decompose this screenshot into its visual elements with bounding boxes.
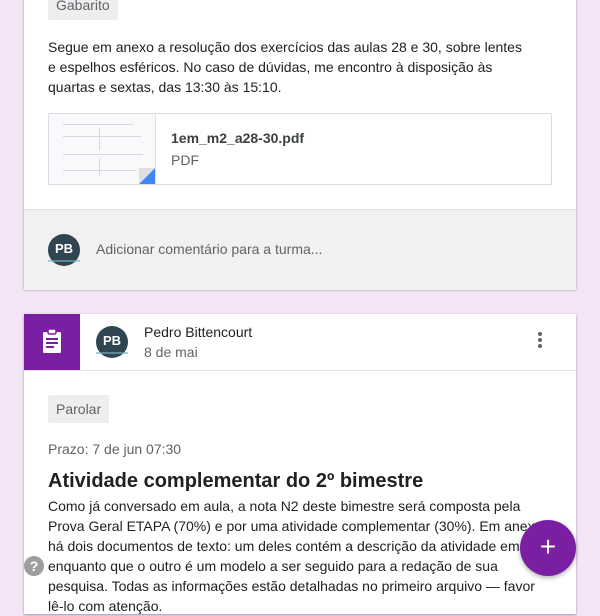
- add-class-comment-input[interactable]: Adicionar comentário para a turma...: [96, 241, 322, 257]
- due-date: Prazo: 7 de jun 07:30: [48, 441, 182, 457]
- assignment-description: Como já conversado em aula, a nota N2 de…: [48, 498, 543, 614]
- assignment-title[interactable]: Atividade complementar do 2º bimestre: [48, 470, 423, 493]
- avatar-initials: PB: [54, 241, 74, 256]
- divider: [24, 370, 576, 371]
- post-description: Segue em anexo a resolução dos exercício…: [48, 39, 522, 95]
- post-author: Pedro Bittencourt: [144, 324, 253, 340]
- help-icon[interactable]: ?: [24, 556, 44, 576]
- more-options-icon[interactable]: [530, 330, 550, 354]
- topic-chip[interactable]: Parolar: [48, 395, 110, 423]
- assignment-icon: [24, 314, 80, 370]
- avatar-initials: PB: [102, 333, 122, 348]
- avatar: PB: [48, 234, 80, 266]
- topic-chip[interactable]: Gabarito: [48, 0, 118, 20]
- attachment-card[interactable]: 1em_m2_a28-30.pdf PDF: [48, 113, 552, 185]
- assignment-post-card[interactable]: PB Pedro Bittencourt 8 de mai Parolar Pr…: [24, 314, 576, 614]
- post-date: 8 de mai: [144, 344, 198, 360]
- class-comment-area: PB Adicionar comentário para a turma...: [24, 209, 576, 290]
- stream-post-card: Gabarito Segue em anexo a resolução dos …: [24, 0, 576, 290]
- add-fab-button[interactable]: +: [520, 520, 576, 576]
- pdf-thumbnail: [49, 114, 156, 184]
- attachment-type: PDF: [171, 152, 199, 168]
- attachment-filename[interactable]: 1em_m2_a28-30.pdf: [171, 130, 304, 146]
- author-avatar: PB: [96, 326, 128, 358]
